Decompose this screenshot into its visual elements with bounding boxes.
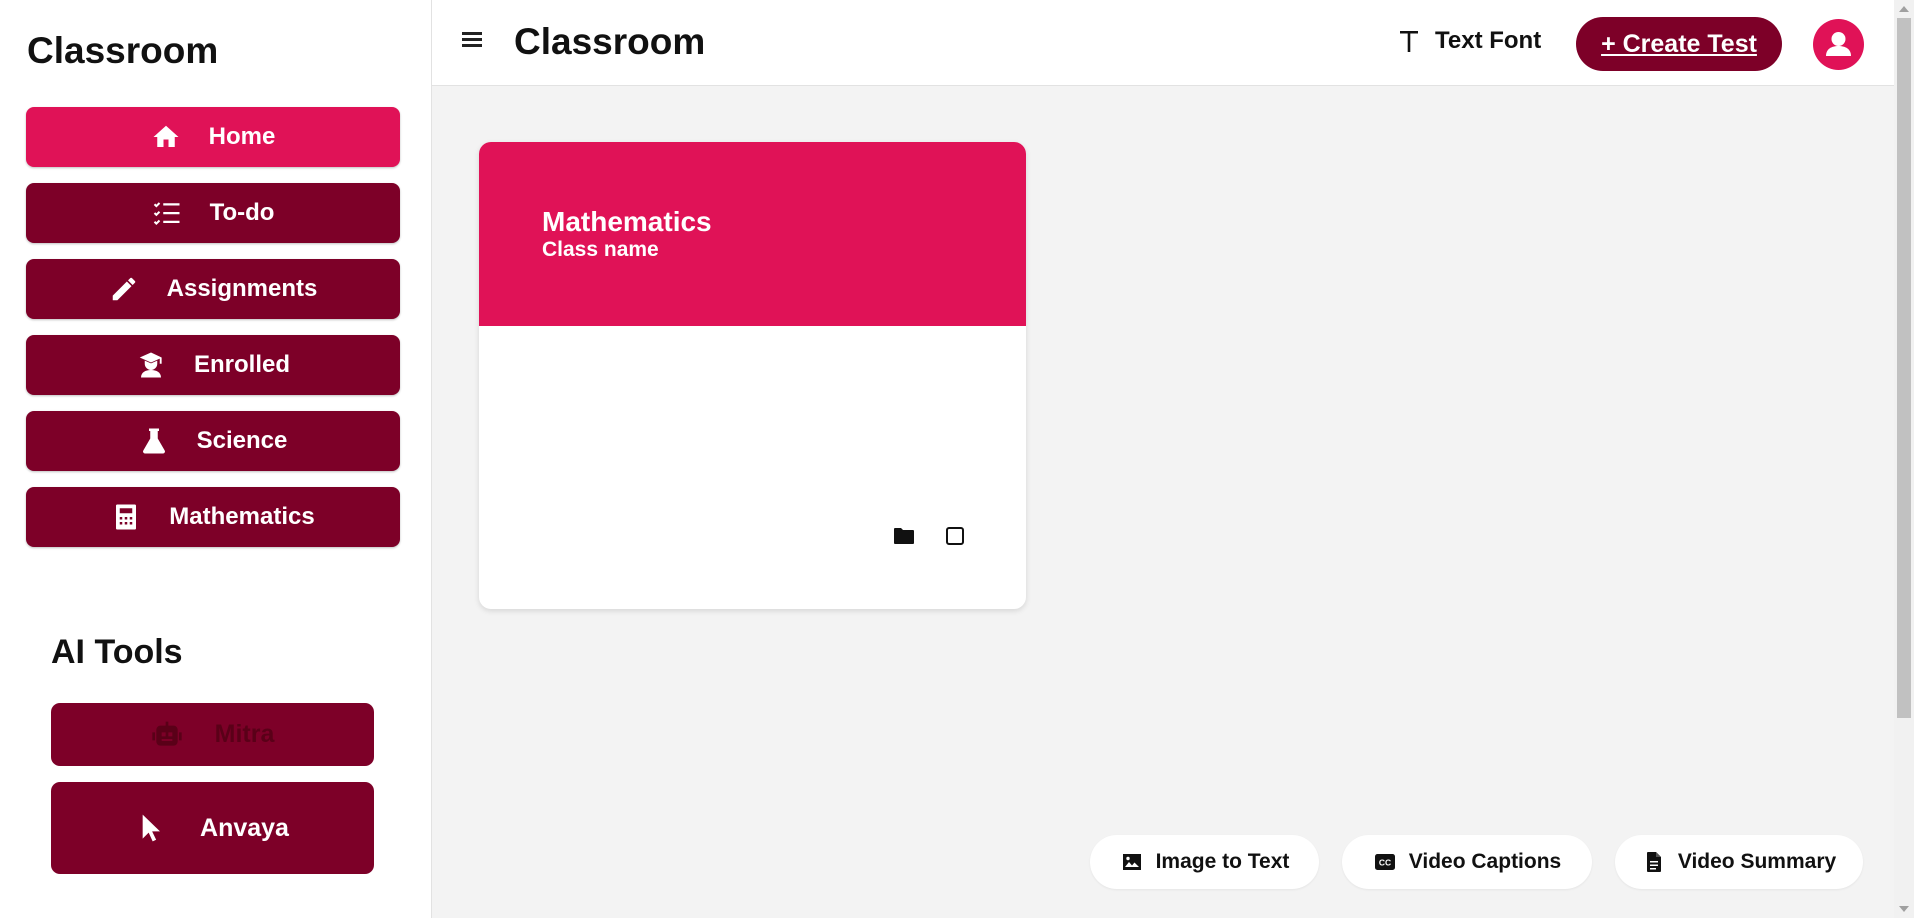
sidebar-item-science[interactable]: Science (26, 411, 400, 471)
home-icon (153, 125, 179, 147)
video-captions-button[interactable]: CC Video Captions (1342, 835, 1592, 889)
sidebar-brand: Classroom (27, 30, 219, 71)
image-to-text-button[interactable]: Image to Text (1090, 835, 1319, 889)
sidebar-item-label: To-do (209, 199, 275, 226)
sidebar-item-label: Mathematics (169, 503, 315, 530)
sidebar-item-label: Home (208, 123, 276, 150)
pencil-icon (112, 277, 135, 301)
sidebar-item-label: Science (196, 427, 288, 454)
tool-label: Image to Text (1155, 850, 1290, 873)
folder-icon[interactable] (892, 524, 916, 548)
sidebar-item-todo[interactable]: To-do (26, 183, 400, 243)
class-card-subtitle: Class name (542, 238, 659, 261)
scroll-thumb[interactable] (1897, 18, 1911, 718)
sidebar-item-mathematics[interactable]: Mathematics (26, 487, 400, 547)
sidebar-item-home[interactable]: Home (26, 107, 400, 167)
sidebar-item-enrolled[interactable]: Enrolled (26, 335, 400, 395)
sidebar: Classroom Home To-do Assignments Enrolle… (0, 0, 432, 918)
top-bar: Classroom Text Font + Create Test (432, 0, 1894, 86)
video-summary-button[interactable]: Video Summary (1615, 835, 1863, 889)
flask-icon (142, 428, 165, 454)
checklist-icon (153, 202, 180, 226)
svg-text:CC: CC (1379, 858, 1391, 868)
scroll-down-icon[interactable] (1899, 906, 1909, 912)
user-icon (1826, 32, 1851, 56)
graduate-icon (139, 352, 162, 378)
class-card[interactable]: Mathematics Class name (479, 142, 1026, 609)
class-card-title: Mathematics (542, 206, 712, 237)
menu-icon[interactable] (462, 27, 486, 51)
closed-captions-icon: CC (1374, 854, 1395, 870)
robot-icon (151, 721, 182, 746)
text-icon (1400, 31, 1418, 52)
scrollbar[interactable] (1894, 0, 1914, 918)
image-icon (1122, 854, 1141, 870)
create-test-button[interactable]: + Create Test (1576, 17, 1782, 71)
sidebar-item-label: Enrolled (193, 351, 290, 378)
page-title: Classroom (514, 21, 706, 62)
ai-tool-label: Mitra (214, 720, 275, 748)
tool-label: Video Captions (1408, 850, 1562, 873)
text-font-label: Text Font (1435, 27, 1542, 54)
ai-tool-anvaya-button[interactable]: Anvaya (51, 782, 374, 874)
cursor-icon (142, 814, 161, 842)
ai-tools-heading: AI Tools (51, 633, 183, 671)
sidebar-item-label: Assignments (166, 275, 318, 302)
checkbox-icon[interactable] (943, 524, 967, 548)
ai-tool-mitra-button[interactable]: Mitra (51, 703, 374, 766)
scroll-up-icon[interactable] (1899, 6, 1909, 12)
tool-label: Video Summary (1677, 850, 1837, 873)
document-icon (1646, 852, 1661, 872)
ai-tool-label: Anvaya (200, 813, 289, 842)
calculator-icon (116, 504, 137, 530)
sidebar-item-assignments[interactable]: Assignments (26, 259, 400, 319)
text-font-button[interactable]: Text Font (1397, 27, 1541, 55)
avatar[interactable] (1813, 19, 1864, 70)
class-card-header: Mathematics Class name (479, 142, 1026, 326)
